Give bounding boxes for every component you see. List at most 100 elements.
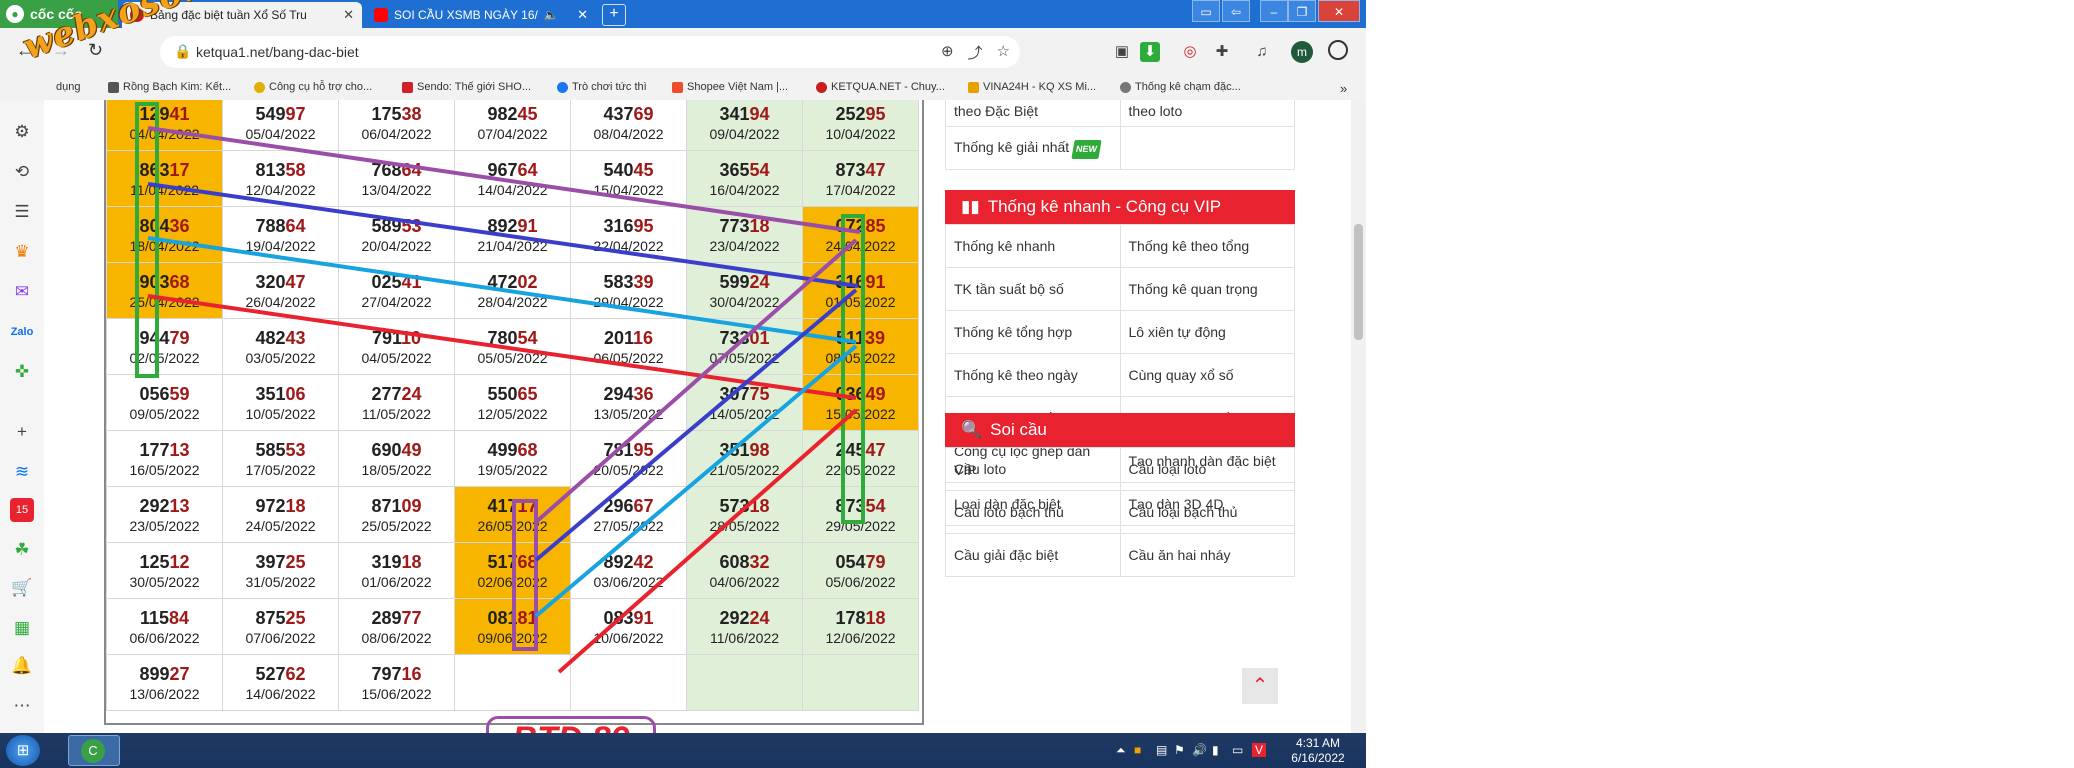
- link-thong-ke-giai-nhat[interactable]: Thống kê giải nhất NEW: [945, 126, 1121, 170]
- tool-link[interactable]: Cầu loại bạch thủ: [1119, 490, 1295, 534]
- tool-link[interactable]: Cầu loto: [945, 447, 1121, 491]
- bookmark-item[interactable]: Trò chơi tức thì: [557, 81, 647, 93]
- history-icon[interactable]: ⟲: [10, 160, 34, 184]
- result-number: 05479: [803, 551, 918, 573]
- tab-soi-cau[interactable]: SOI CẦU XSMB NGÀY 16/ 🔈 ✕: [366, 2, 596, 28]
- tray-wifi-icon[interactable]: ▮: [1212, 743, 1219, 757]
- tray-flag-icon[interactable]: ⚑: [1174, 743, 1185, 757]
- tool-link[interactable]: Cầu ăn hai nháy: [1119, 533, 1295, 577]
- scrollbar-thumb[interactable]: [1354, 224, 1363, 340]
- tool-link[interactable]: Thống kê tổng hợp: [945, 310, 1121, 354]
- table-row: 17713 16/05/2022 58553 17/05/2022 69049 18/05…: [106, 430, 919, 487]
- tray-expand-icon[interactable]: ⏶: [1116, 743, 1126, 758]
- puzzle-icon[interactable]: ✚: [1212, 42, 1232, 62]
- calendar-icon[interactable]: 15: [10, 498, 34, 522]
- download-icon[interactable]: ⬇: [1140, 42, 1160, 62]
- result-date: 23/05/2022: [129, 517, 200, 534]
- minimize-button[interactable]: –: [1260, 0, 1288, 22]
- maximize-button[interactable]: ❐: [1288, 0, 1316, 22]
- bookmark-item[interactable]: dụng: [56, 81, 80, 93]
- tray-speaker-icon[interactable]: 🔊: [1192, 743, 1207, 757]
- tray-screen-icon[interactable]: ▭: [1232, 743, 1243, 757]
- tool-link[interactable]: Thống kê nhanh: [945, 224, 1121, 268]
- page-scrollbar[interactable]: [1351, 100, 1366, 733]
- messenger-icon[interactable]: ✉: [10, 280, 34, 304]
- result-number-text: 80436: [139, 215, 190, 236]
- bookmark-label: Sendo: Thế giới SHO...: [417, 81, 532, 93]
- bookmark-star-icon[interactable]: ☆: [997, 42, 1010, 63]
- tool-link[interactable]: TK tần suất bộ số: [945, 267, 1121, 311]
- bookmark-item[interactable]: VINA24H - KQ XS Mi...: [968, 81, 1096, 93]
- settings-gear-icon[interactable]: ⚙: [10, 120, 34, 144]
- result-cell: 58953 20/04/2022: [338, 206, 455, 263]
- tool-link[interactable]: Thống kê theo ngày: [945, 353, 1121, 397]
- link-theo-loto[interactable]: theo loto: [1119, 100, 1296, 127]
- profile-avatar[interactable]: m: [1291, 41, 1313, 63]
- bookmark-item[interactable]: KETQUA.NET - Chuy...: [816, 81, 945, 93]
- link-theo-dac-biet[interactable]: theo Đặc Biệt: [945, 100, 1121, 127]
- turtle-icon[interactable]: ☘: [10, 538, 34, 562]
- result-number: 12941: [107, 103, 222, 125]
- table-row: Thống kê theo ngày Cùng quay xổ số: [945, 353, 1295, 397]
- close-tab-icon[interactable]: ✕: [577, 7, 588, 23]
- taskbar-clock[interactable]: 4:31 AM 6/16/2022: [1288, 736, 1348, 766]
- result-number-text: 81358: [255, 159, 306, 180]
- menu-circle-icon[interactable]: [1328, 40, 1348, 60]
- result-number: 57318: [687, 495, 802, 517]
- bookmark-item[interactable]: Công cụ hỗ trợ cho...: [254, 81, 372, 93]
- result-cell: 94479 02/05/2022: [106, 318, 223, 375]
- reader-icon[interactable]: ⇦: [1222, 0, 1250, 22]
- coccoc-extension-icon[interactable]: ◎: [1180, 42, 1200, 62]
- start-button[interactable]: ⊞: [6, 735, 40, 766]
- tab-search-icon[interactable]: ▭: [1192, 0, 1220, 22]
- browser-sidebar: ⚙ ⟲ ☰ ♛ ✉ Zalo ✜ + ≋ 15 ☘ 🛒 ▦ 🔔 ⋯: [0, 100, 45, 733]
- scroll-to-top-button[interactable]: ⌃: [1242, 668, 1278, 704]
- bookmark-favicon-icon: [968, 81, 979, 93]
- spreadsheet-icon[interactable]: ▦: [10, 616, 34, 640]
- bookmarks-overflow-icon[interactable]: »: [1340, 81, 1347, 96]
- result-number-text: 25295: [835, 103, 886, 124]
- crown-icon[interactable]: ♛: [10, 240, 34, 264]
- result-cell: 29224 11/06/2022: [686, 598, 803, 655]
- tray-app-icon[interactable]: ■: [1134, 743, 1141, 757]
- game-controller-icon[interactable]: ✜: [10, 360, 34, 384]
- tool-link[interactable]: Cầu giải đặc biệt: [945, 533, 1121, 577]
- tool-link[interactable]: Cầu loto bạch thủ: [945, 490, 1121, 534]
- tool-link[interactable]: Lô xiên tự động: [1119, 310, 1295, 354]
- bookmark-item[interactable]: Thống kê chạm đặc...: [1120, 81, 1241, 93]
- bookmark-item[interactable]: Shopee Việt Nam |...: [672, 81, 788, 93]
- bookmark-item[interactable]: Rồng Bạch Kim: Kết...: [108, 81, 231, 93]
- result-number-text: 32047: [255, 271, 306, 292]
- extension-icon[interactable]: ▣: [1112, 42, 1132, 62]
- cart-icon[interactable]: 🛒: [10, 576, 34, 600]
- close-window-button[interactable]: ✕: [1318, 0, 1360, 22]
- more-options-icon[interactable]: ⋯: [10, 694, 34, 718]
- reading-list-icon[interactable]: ☰: [10, 200, 34, 224]
- zalo-icon[interactable]: Zalo: [10, 320, 34, 344]
- tool-link[interactable]: Cầu loại loto: [1119, 447, 1295, 491]
- music-icon[interactable]: ♫: [1252, 42, 1272, 62]
- tray-network-status-icon[interactable]: ▤: [1156, 743, 1167, 757]
- result-number-text: 89291: [487, 215, 538, 236]
- tool-link[interactable]: Thống kê quan trọng: [1119, 267, 1295, 311]
- tool-link[interactable]: Thống kê theo tổng: [1119, 224, 1295, 268]
- tray-language-indicator[interactable]: V: [1252, 743, 1267, 757]
- share-icon[interactable]: ⤴: [968, 42, 983, 63]
- zoom-icon[interactable]: ⊕: [941, 42, 954, 63]
- address-bar[interactable]: 🔒 ketqua1.net/bang-dac-biet ⊕ ⤴ ☆: [160, 36, 1020, 68]
- result-number: 79716: [339, 663, 454, 685]
- add-icon[interactable]: +: [10, 420, 34, 444]
- bookmark-favicon-icon: [108, 81, 119, 93]
- wifi-icon[interactable]: ≋: [10, 460, 34, 484]
- table-row: Cầu giải đặc biệt Cầu ăn hai nháy: [945, 533, 1295, 577]
- result-date: 09/06/2022: [477, 629, 548, 646]
- taskbar-coccoc-app[interactable]: C: [68, 735, 120, 766]
- close-tab-icon[interactable]: ✕: [343, 7, 354, 23]
- tool-link[interactable]: Cùng quay xổ số: [1119, 353, 1295, 397]
- audio-icon[interactable]: 🔈: [544, 8, 559, 22]
- bookmark-item[interactable]: Sendo: Thế giới SHO...: [402, 81, 531, 93]
- notification-bell-icon[interactable]: 🔔: [10, 654, 34, 678]
- result-number: 05659: [107, 383, 222, 405]
- result-cell: 31918 01/06/2022: [338, 542, 455, 599]
- new-tab-button[interactable]: +: [602, 4, 626, 26]
